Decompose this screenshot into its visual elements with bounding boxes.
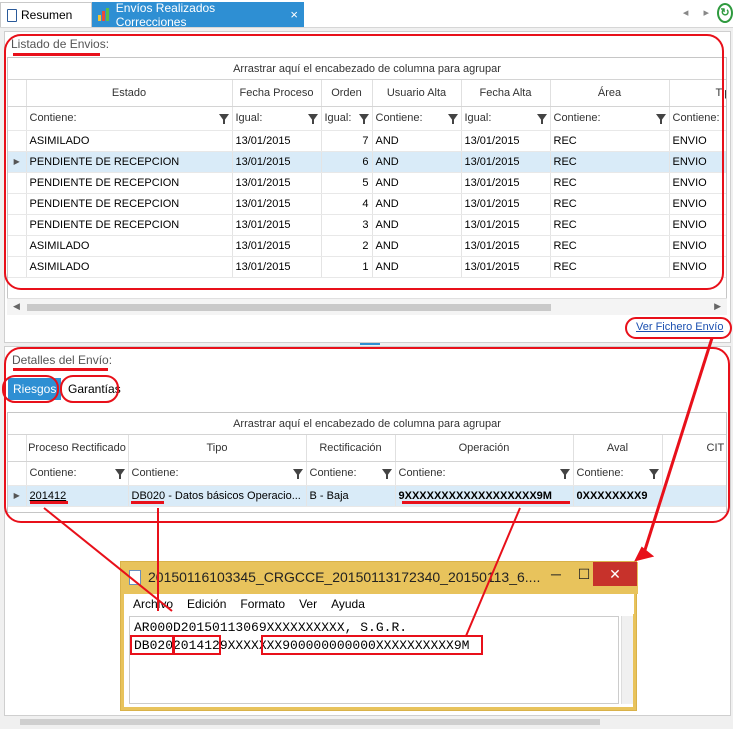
annotation-overlay [2, 34, 732, 655]
annotation-arrow-head [634, 546, 655, 562]
underline-operacion [402, 501, 570, 504]
annotation-link-ellipse [625, 317, 732, 339]
annotation-db020-box [130, 635, 174, 655]
annotation-arrow-line [642, 337, 714, 554]
annotation-detalles-ellipse [4, 347, 730, 523]
annotation-201412-box [173, 635, 221, 655]
annotation-line-proceso [43, 507, 173, 612]
underline-tipo [131, 501, 164, 504]
annotation-line-operacion [465, 507, 521, 637]
annotation-listado-ellipse [4, 34, 724, 290]
annotation-operacion-box [261, 635, 483, 655]
underline-proceso [30, 501, 68, 504]
annotation-garantias-ellipse [60, 375, 119, 403]
annotation-riesgos-ellipse [2, 375, 59, 403]
underline-detalles [13, 368, 108, 371]
underline-listado [13, 53, 100, 56]
